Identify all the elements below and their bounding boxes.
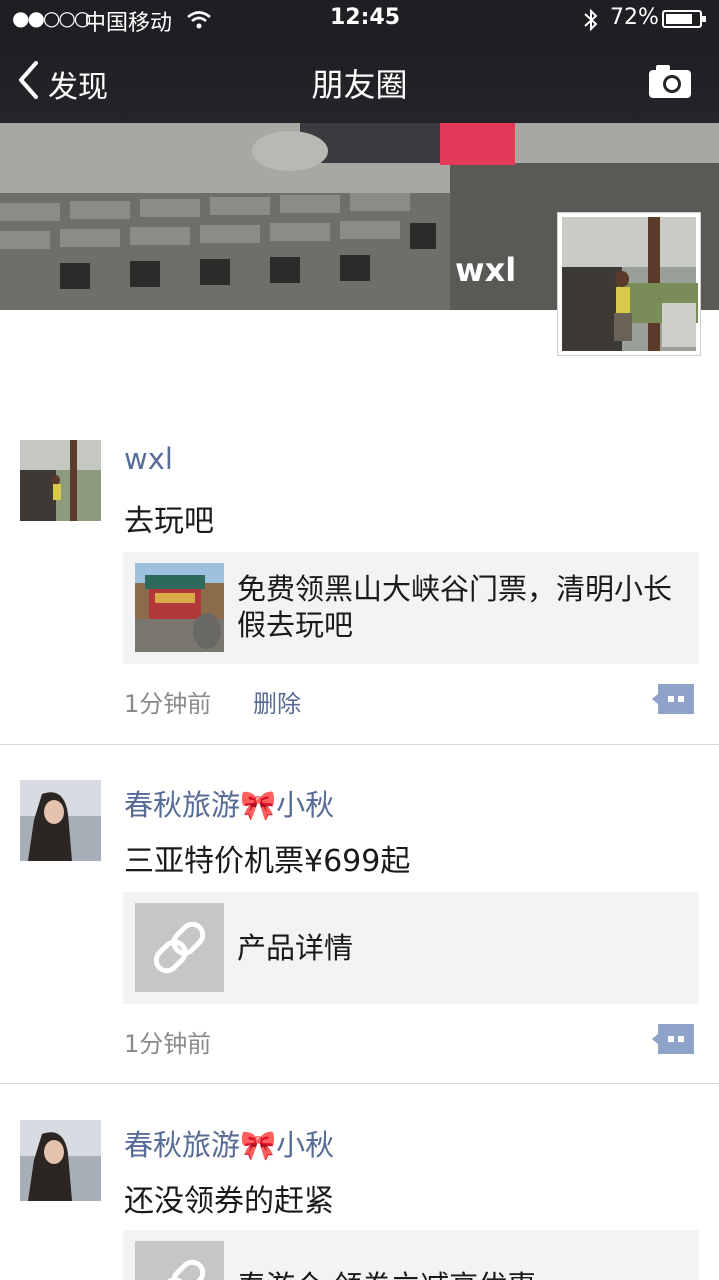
- avatar-photo: [20, 440, 101, 521]
- avatar-photo: [20, 780, 101, 861]
- nav-bar: 发现 朋友圈: [0, 40, 719, 123]
- page-title: 朋友圈: [311, 66, 408, 104]
- post-divider: [0, 744, 719, 745]
- post-divider: [0, 1083, 719, 1084]
- moment-post: 春秋旅游🎀小秋 还没领券的赶紧 春游仓 领券立减高优惠: [0, 1120, 719, 1280]
- post-text: 还没领券的赶紧: [124, 1184, 334, 1219]
- profile-avatar[interactable]: [557, 212, 701, 356]
- link-thumbnail: [135, 1241, 224, 1280]
- signal-strength: ●●○○○: [12, 6, 91, 30]
- post-text: 三亚特价机票¥699起: [124, 844, 411, 879]
- link-card[interactable]: 春游仓 领券立减高优惠: [123, 1230, 699, 1280]
- link-card[interactable]: 免费领黑山大峡谷门票，清明小长假去玩吧: [123, 552, 699, 664]
- post-author[interactable]: wxl: [124, 442, 173, 476]
- camera-icon[interactable]: [648, 63, 692, 99]
- post-time: 1分钟前: [124, 690, 212, 718]
- profile-name[interactable]: wxl: [455, 251, 516, 289]
- avatar[interactable]: [20, 1120, 101, 1201]
- delete-button[interactable]: 删除: [253, 684, 301, 719]
- post-time: 1分钟前: [124, 1030, 212, 1058]
- moment-post: wxl 去玩吧 免费领黑山大峡谷门票，清明小长假去玩吧 1分钟前 删除: [0, 440, 719, 745]
- bluetooth-icon: [584, 8, 598, 32]
- comment-icon[interactable]: [652, 1024, 694, 1054]
- moment-post: 春秋旅游🎀小秋 三亚特价机票¥699起 产品详情 1分钟前: [0, 780, 719, 1084]
- post-text: 去玩吧: [124, 504, 214, 539]
- link-title: 春游仓 领券立减高优惠: [237, 1268, 685, 1280]
- link-thumbnail: [135, 903, 224, 992]
- link-thumbnail: [135, 563, 224, 652]
- avatar-photo: [20, 1120, 101, 1201]
- link-title: 产品详情: [237, 931, 354, 965]
- status-bar: ●●○○○ 中国移动 12:45 72%: [0, 0, 719, 40]
- link-icon: [153, 921, 206, 974]
- link-icon: [153, 1259, 206, 1280]
- avatar[interactable]: [20, 780, 101, 861]
- profile-avatar-photo: [562, 217, 698, 351]
- carrier-name: 中国移动: [84, 11, 173, 36]
- wifi-icon: [187, 11, 211, 29]
- battery-icon: [662, 10, 706, 28]
- avatar[interactable]: [20, 440, 101, 521]
- comment-icon[interactable]: [652, 684, 694, 714]
- battery-percent: 72%: [610, 5, 659, 30]
- link-thumbnail-photo: [135, 563, 224, 652]
- post-author[interactable]: 春秋旅游🎀小秋: [124, 782, 334, 824]
- clock: 12:45: [330, 5, 401, 30]
- link-title: 免费领黑山大峡谷门票，清明小长假去玩吧: [237, 572, 673, 642]
- link-card[interactable]: 产品详情: [123, 892, 699, 1004]
- post-author[interactable]: 春秋旅游🎀小秋: [124, 1122, 334, 1164]
